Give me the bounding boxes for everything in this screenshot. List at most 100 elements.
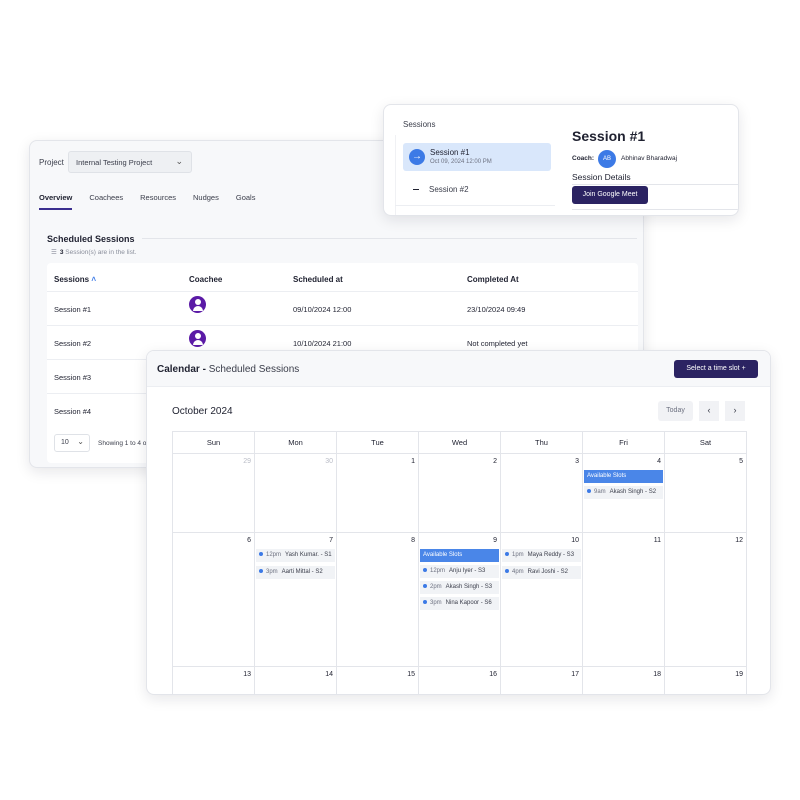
calendar-grid: Sun Mon Tue Wed Thu Fri Sat 29 30 1 2 3 …	[172, 431, 747, 694]
calendar-event[interactable]: 9am Akash Singh - S2	[584, 486, 663, 499]
page-size-value: 10	[61, 439, 69, 446]
divider	[395, 135, 396, 215]
available-slots-badge[interactable]: Available Slots	[420, 549, 499, 562]
page-size-select[interactable]: 10 ⌄	[54, 434, 90, 452]
divider	[142, 238, 637, 239]
calendar-title: Calendar - Scheduled Sessions	[157, 364, 300, 375]
select-time-slot-button[interactable]: Select a time slot +	[674, 360, 758, 378]
prev-month-button[interactable]: ‹	[699, 401, 719, 421]
sort-up-icon: ˄	[91, 275, 97, 284]
tab-coachees[interactable]: Coachees	[89, 193, 123, 210]
day-cell[interactable]: 29	[173, 454, 255, 533]
day-cell[interactable]: 15	[337, 667, 419, 694]
divider	[395, 205, 555, 206]
day-cell[interactable]: 9 Available Slots 12pm Anju Iyer - S3 2pm…	[419, 533, 501, 667]
chevron-down-icon: ⌄	[77, 437, 84, 446]
weekday-thu: Thu	[501, 432, 583, 454]
session-cell: Session #2	[54, 339, 92, 348]
session-list-item-active[interactable]: → Session #1 Oct 09, 2024 12:00 PM	[403, 143, 551, 171]
divider	[572, 209, 738, 210]
day-cell[interactable]: 12	[665, 533, 747, 667]
calendar-event[interactable]: 3pm Aarti Mittal - S2	[256, 566, 335, 579]
tab-overview[interactable]: Overview	[39, 193, 73, 210]
session-item-title: Session #2	[429, 185, 469, 194]
column-header-sessions[interactable]: Sessions ˄	[54, 275, 96, 284]
day-cell[interactable]: 1	[337, 454, 419, 533]
day-cell[interactable]: 18	[583, 667, 665, 694]
column-header-scheduled: Scheduled at	[293, 275, 343, 284]
completed-cell: Not completed yet	[467, 339, 528, 348]
calendar-event[interactable]: 3pm Nina Kapoor - S6	[420, 597, 499, 610]
day-cell[interactable]: 11	[583, 533, 665, 667]
session-cell: Session #1	[54, 305, 92, 314]
project-select[interactable]: Internal Testing Project ⌄	[68, 151, 192, 173]
completed-cell: 23/10/2024 09:49	[467, 305, 526, 314]
day-cell[interactable]: 3	[501, 454, 583, 533]
session-count: 3	[59, 249, 64, 256]
list-icon: ☰	[51, 249, 57, 256]
project-select-value: Internal Testing Project	[76, 158, 153, 167]
coach-label: Coach:	[572, 155, 595, 162]
column-header-coachee: Coachee	[189, 275, 223, 284]
calendar-header: Calendar - Scheduled Sessions Select a t…	[147, 351, 770, 387]
session-item-title: Session #1	[430, 148, 470, 157]
session-details-label: Session Details	[572, 172, 631, 182]
calendar-event[interactable]: 12pm Anju Iyer - S3	[420, 565, 499, 578]
avatar	[189, 296, 206, 313]
session-item-date: Oct 09, 2024 12:00 PM	[430, 159, 492, 165]
weekday-sat: Sat	[665, 432, 747, 454]
arrow-right-icon: →	[409, 149, 425, 165]
table-header: Sessions ˄ Coachee Scheduled at Complete…	[47, 263, 638, 291]
weekday-mon: Mon	[255, 432, 337, 454]
weekday-fri: Fri	[583, 432, 665, 454]
day-cell[interactable]: 17	[501, 667, 583, 694]
project-label: Project	[39, 158, 64, 167]
tab-nudges[interactable]: Nudges	[193, 193, 219, 210]
day-cell[interactable]: 5	[665, 454, 747, 533]
weekday-sun: Sun	[173, 432, 255, 454]
day-cell[interactable]: 16	[419, 667, 501, 694]
calendar-event[interactable]: 2pm Akash Singh - S3	[420, 581, 499, 594]
session-detail-panel: Sessions → Session #1 Oct 09, 2024 12:00…	[383, 104, 739, 216]
sessions-header: Sessions	[403, 120, 436, 129]
day-cell[interactable]: 8	[337, 533, 419, 667]
day-cell[interactable]: 6	[173, 533, 255, 667]
calendar-event[interactable]: 4pm Ravi Joshi - S2	[502, 566, 581, 579]
month-label: October 2024	[172, 406, 233, 417]
tab-goals[interactable]: Goals	[236, 193, 256, 210]
chevron-down-icon: ⌄	[175, 156, 183, 166]
day-cell[interactable]: 13	[173, 667, 255, 694]
session-cell: Session #4	[54, 407, 92, 416]
avatar	[189, 330, 206, 347]
scheduled-cell: 10/10/2024 21:00	[293, 339, 352, 348]
day-cell[interactable]: 4 Available Slots 9am Akash Singh - S2	[583, 454, 665, 533]
coach-name: Abhinav Bharadwaj	[621, 155, 678, 162]
day-cell[interactable]: 10 1pm Maya Reddy - S3 4pm Ravi Joshi - S2	[501, 533, 583, 667]
weekday-tue: Tue	[337, 432, 419, 454]
dash-icon	[413, 189, 419, 191]
today-button[interactable]: Today	[658, 401, 693, 421]
calendar-event[interactable]: 1pm Maya Reddy - S3	[502, 549, 581, 562]
session-cell: Session #3	[54, 373, 92, 382]
day-cell[interactable]: 19	[665, 667, 747, 694]
day-cell[interactable]: 7 12pm Yash Kumar. - S1 3pm Aarti Mittal -…	[255, 533, 337, 667]
session-detail-title: Session #1	[572, 128, 646, 144]
next-month-button[interactable]: ›	[725, 401, 745, 421]
tab-resources[interactable]: Resources	[140, 193, 176, 210]
pagination-info: Showing 1 to 4 o	[98, 440, 147, 447]
day-cell[interactable]: 30	[255, 454, 337, 533]
available-slots-badge[interactable]: Available Slots	[584, 470, 663, 483]
table-row[interactable]: Session #1 09/10/2024 12:00 23/10/2024 0…	[47, 291, 638, 325]
session-list-item[interactable]: Session #2	[413, 185, 469, 194]
join-google-meet-button[interactable]: Join Google Meet	[572, 186, 648, 204]
project-tabs: Overview Coachees Resources Nudges Goals	[39, 193, 272, 210]
column-header-completed: Completed At	[467, 275, 519, 284]
coach-avatar: AB	[598, 150, 616, 168]
section-title: Scheduled Sessions	[47, 234, 135, 244]
weekday-wed: Wed	[419, 432, 501, 454]
day-cell[interactable]: 14	[255, 667, 337, 694]
calendar-event[interactable]: 12pm Yash Kumar. - S1	[256, 549, 335, 562]
day-cell[interactable]: 2	[419, 454, 501, 533]
session-count-text: ☰ 3 Session(s) are in the list.	[51, 248, 136, 256]
scheduled-cell: 09/10/2024 12:00	[293, 305, 352, 314]
